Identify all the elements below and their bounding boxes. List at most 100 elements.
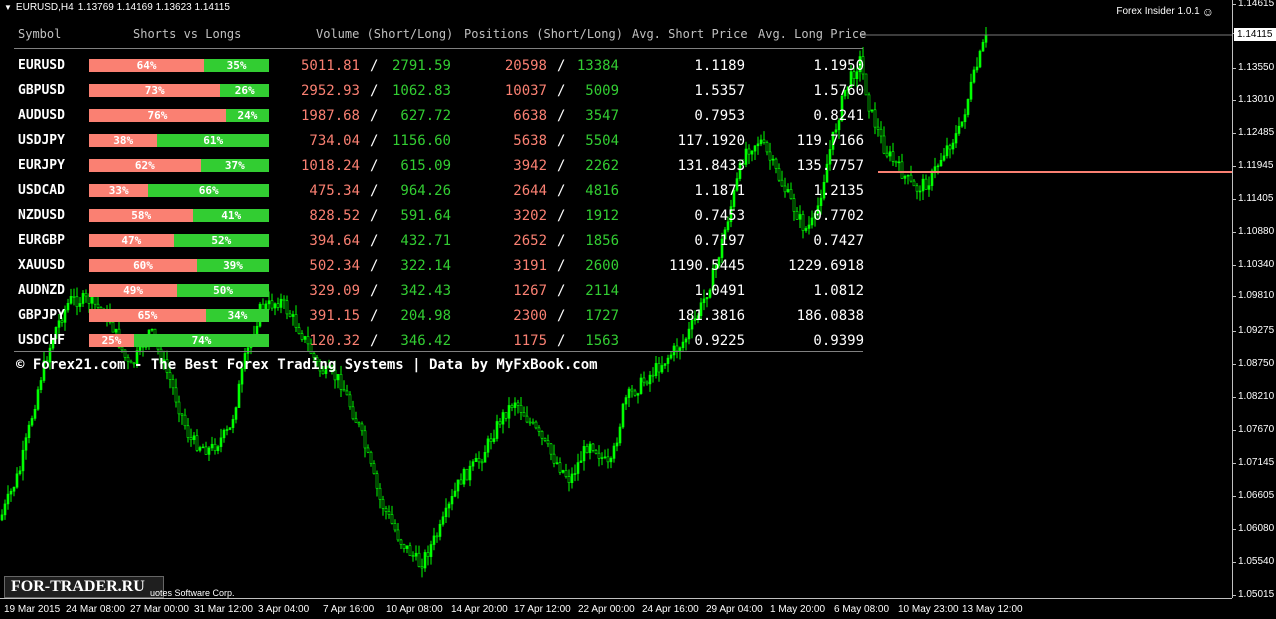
candle-body	[30, 418, 34, 426]
time-label: 27 Mar 00:00	[130, 604, 189, 615]
candle-body	[342, 389, 346, 392]
price-tick	[1232, 595, 1236, 596]
long-segment: 52%	[173, 234, 269, 247]
separator: /	[557, 58, 566, 74]
shorts-longs-bar: 60% 39%	[89, 259, 269, 272]
candle-body	[417, 552, 421, 567]
volume-long: 591.64	[400, 208, 451, 224]
avg-long-price: 1.1950	[813, 58, 864, 74]
positions-short: 2652	[513, 233, 547, 249]
candle-body	[582, 446, 586, 462]
candle-body	[981, 42, 985, 52]
candle-body	[477, 457, 481, 463]
candle-body	[540, 431, 544, 439]
candle-body	[225, 429, 229, 431]
separator: /	[370, 58, 379, 74]
candle-body	[522, 412, 526, 417]
candle-body	[777, 168, 781, 181]
candle-body	[624, 397, 628, 405]
positions-long: 2262	[585, 158, 619, 174]
candle-body	[441, 516, 445, 525]
candle-body	[969, 81, 973, 100]
price-label: 1.08750	[1238, 358, 1275, 369]
smiley-icon: ☺	[1201, 4, 1214, 19]
header-volume: Volume (Short/Long)	[316, 27, 454, 41]
candle-body	[516, 402, 520, 406]
candle-body	[9, 490, 13, 495]
candle-body	[885, 152, 889, 157]
long-segment: 35%	[204, 59, 269, 72]
positions-short: 3942	[513, 158, 547, 174]
candle-body	[435, 535, 439, 538]
volume-long: 322.14	[400, 258, 451, 274]
volume-short: 475.34	[309, 183, 360, 199]
row-symbol: EURUSD	[18, 58, 65, 73]
candle-body	[687, 328, 691, 340]
candle-body	[609, 458, 613, 463]
price-label: 1.07145	[1238, 457, 1275, 468]
candle-body	[567, 476, 571, 484]
candle-body	[570, 473, 574, 484]
row-symbol: NZDUSD	[18, 208, 65, 223]
price-tick	[1232, 496, 1236, 497]
candle-body	[438, 523, 442, 537]
price-label: 1.05015	[1238, 589, 1275, 600]
positions-long: 5009	[585, 83, 619, 99]
short-segment: 64%	[89, 59, 205, 72]
candle-body	[945, 145, 949, 157]
time-label: 29 Apr 04:00	[706, 604, 763, 615]
separator: /	[370, 83, 379, 99]
avg-long-price: 0.8241	[813, 108, 864, 124]
candle-body	[915, 185, 919, 192]
candle-body	[603, 456, 607, 459]
shorts-longs-bar: 62% 37%	[89, 159, 269, 172]
candle-body	[396, 529, 400, 541]
candle-body	[444, 507, 448, 518]
candle-body	[783, 185, 787, 193]
candle-body	[501, 412, 505, 425]
short-segment: 73%	[89, 84, 221, 97]
short-segment: 33%	[89, 184, 149, 197]
separator: /	[557, 308, 566, 324]
candle-body	[465, 468, 469, 481]
short-segment: 47%	[89, 234, 174, 247]
separator: /	[370, 158, 379, 174]
indicator-label[interactable]: Forex Insider 1.0.1 ☺	[1116, 4, 1214, 19]
candle-body	[471, 461, 475, 467]
volume-short: 1018.24	[300, 158, 360, 174]
candle-body	[345, 390, 349, 396]
candle-body	[285, 300, 289, 315]
shorts-longs-bar: 64% 35%	[89, 59, 269, 72]
candle-body	[963, 114, 967, 123]
candle-body	[174, 387, 178, 403]
candle-body	[372, 463, 376, 474]
avg-long-price: 1.0812	[813, 283, 864, 299]
dropdown-arrow-icon[interactable]: ▼	[4, 3, 12, 12]
candle-body	[204, 446, 208, 455]
long-segment: 26%	[220, 84, 269, 97]
avg-short-price: 1.1871	[694, 183, 745, 199]
candle-body	[654, 363, 658, 376]
time-label: 24 Mar 08:00	[66, 604, 125, 615]
positions-long: 4816	[585, 183, 619, 199]
candle-body	[588, 443, 592, 454]
separator: /	[370, 108, 379, 124]
short-segment: 65%	[89, 309, 206, 322]
positions-short: 10037	[504, 83, 547, 99]
candle-body	[378, 487, 382, 500]
candle-body	[39, 380, 43, 390]
volume-long: 615.09	[400, 158, 451, 174]
candle-body	[354, 418, 358, 423]
shorts-longs-bar: 47% 52%	[89, 234, 269, 247]
candle-body	[618, 426, 622, 444]
price-label: 1.11945	[1238, 160, 1274, 171]
price-tick	[1232, 397, 1236, 398]
volume-short: 828.52	[309, 208, 360, 224]
candle-body	[486, 438, 490, 453]
candle-body	[186, 425, 190, 438]
time-label: 10 Apr 08:00	[386, 604, 443, 615]
candle-body	[207, 447, 211, 455]
candle-body	[525, 415, 529, 423]
candle-body	[939, 159, 943, 167]
candle-body	[930, 170, 934, 186]
